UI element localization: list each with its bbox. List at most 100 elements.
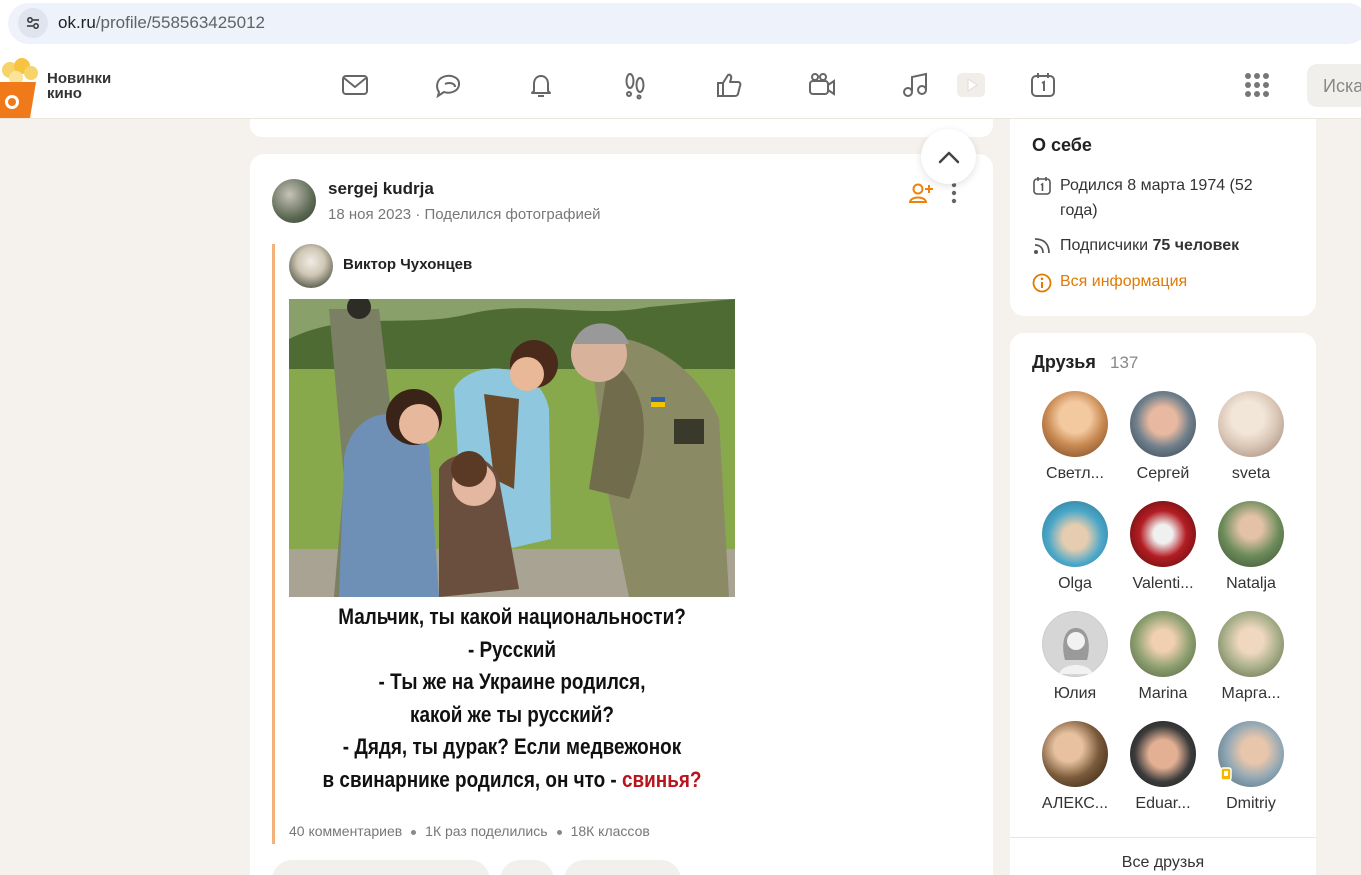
- post-meta: 18 ноя 2023 · Поделился фотографией: [328, 206, 601, 223]
- all-info-link[interactable]: Вся информация: [1060, 269, 1187, 294]
- original-author-name[interactable]: Виктор Чухонцев: [343, 256, 472, 273]
- friend-item[interactable]: Юлия: [1032, 611, 1118, 703]
- bell-icon[interactable]: [525, 69, 557, 101]
- friend-name: Светл...: [1046, 465, 1104, 482]
- video-camera-icon[interactable]: [806, 69, 838, 101]
- friend-item[interactable]: Сергей: [1120, 391, 1206, 483]
- promo-line1: Новинки: [47, 70, 112, 87]
- friend-avatar: [1042, 611, 1108, 677]
- calendar-icon: [1033, 177, 1051, 195]
- friend-name: Marina: [1138, 685, 1188, 702]
- popcorn-logo-icon[interactable]: [0, 56, 40, 118]
- friend-avatar: [1130, 721, 1196, 787]
- thumbs-up-icon[interactable]: [713, 69, 745, 101]
- friend-item[interactable]: Natalja: [1208, 501, 1294, 593]
- comment-button[interactable]: [272, 860, 490, 875]
- friend-name: Марга...: [1221, 685, 1281, 702]
- friend-item[interactable]: Marina: [1120, 611, 1206, 703]
- likes-count[interactable]: 18К классов: [571, 823, 650, 839]
- friend-name: Dmitriy: [1226, 795, 1276, 812]
- subscribers-info[interactable]: Подписчики 75 человек: [1060, 233, 1239, 258]
- caption-line-last: в свинарнике родился, он что - свинья?: [320, 764, 704, 797]
- friend-name: Юлия: [1053, 685, 1097, 702]
- post-action: Поделился фотографией: [424, 206, 601, 223]
- friend-avatar: [1130, 501, 1196, 567]
- friend-item[interactable]: Светл...: [1032, 391, 1118, 483]
- all-friends-link[interactable]: Все друзья: [1010, 854, 1316, 872]
- photo-caption: Мальчик, ты какой национальности? - Русс…: [320, 601, 704, 796]
- friend-item[interactable]: АЛЕКС...: [1032, 721, 1118, 813]
- friends-divider: [1010, 837, 1316, 838]
- info-icon: [1032, 273, 1052, 293]
- author-name[interactable]: sergej kudrja: [328, 179, 434, 199]
- previous-card-bottom: [250, 119, 993, 137]
- friend-name: Valenti...: [1132, 575, 1194, 592]
- caption-last-prefix: в свинарнике родился, он что -: [322, 766, 622, 792]
- like-button[interactable]: [564, 860, 681, 875]
- original-author-avatar[interactable]: [289, 244, 333, 288]
- friend-item[interactable]: Olga: [1032, 501, 1118, 593]
- friend-name: АЛЕКС...: [1041, 795, 1109, 812]
- search-input[interactable]: Иска: [1307, 64, 1361, 107]
- play-icon[interactable]: [955, 69, 987, 101]
- apps-grid-icon[interactable]: [1241, 69, 1273, 101]
- friend-avatar: [1218, 391, 1284, 457]
- more-options-icon[interactable]: [950, 182, 958, 204]
- friend-item[interactable]: sveta: [1208, 391, 1294, 483]
- footprints-icon[interactable]: [619, 69, 651, 101]
- scroll-to-top-button[interactable]: [921, 129, 976, 184]
- promo-link[interactable]: Новинки кино: [47, 71, 111, 101]
- post-photo[interactable]: [289, 299, 735, 597]
- birth-info: Родился 8 марта 1974 (52 года): [1060, 177, 1253, 219]
- shares-count[interactable]: 1К раз поделились: [425, 823, 547, 839]
- url-text[interactable]: ok.ru/profile/558563425012: [58, 13, 265, 33]
- online-badge-icon: [1220, 767, 1232, 781]
- post-date[interactable]: 18 ноя 2023: [328, 206, 411, 223]
- caption-line: какой же ты русский?: [410, 701, 614, 727]
- friend-item[interactable]: Valenti...: [1120, 501, 1206, 593]
- friend-item[interactable]: Марга...: [1208, 611, 1294, 703]
- caption-line: - Ты же на Украине родился,: [378, 669, 646, 694]
- caption-line: - Русский: [467, 636, 557, 662]
- friend-avatar: [1042, 391, 1108, 457]
- friend-avatar: [1218, 501, 1284, 567]
- add-friend-icon[interactable]: [909, 182, 933, 204]
- promo-line2: кино: [47, 85, 82, 102]
- friend-name: Сергей: [1136, 465, 1190, 482]
- friend-avatar: [1130, 391, 1196, 457]
- friend-name: Olga: [1058, 575, 1092, 592]
- browser-address-bar: ok.ru/profile/558563425012: [0, 0, 1361, 52]
- stats-dot: [556, 829, 562, 835]
- site-settings-icon[interactable]: [18, 8, 48, 38]
- friend-avatar: [1130, 611, 1196, 677]
- caption-line: Мальчик, ты какой национальности?: [338, 604, 686, 629]
- calendar-icon[interactable]: [1027, 69, 1059, 101]
- rss-icon: [1034, 238, 1050, 254]
- subscribers-label: Подписчики: [1060, 237, 1149, 254]
- friend-name: Eduar...: [1135, 795, 1191, 812]
- comments-count[interactable]: 40 комментариев: [289, 823, 402, 839]
- chat-bubbles-icon[interactable]: [432, 69, 464, 101]
- post-stats: 40 комментариев 1К раз поделились 18К клас…: [289, 823, 650, 839]
- author-avatar[interactable]: [272, 179, 316, 223]
- subscribers-value: 75 человек: [1152, 237, 1240, 254]
- friend-name: sveta: [1231, 465, 1271, 482]
- envelope-icon[interactable]: [339, 69, 371, 101]
- friend-avatar: [1042, 501, 1108, 567]
- site-header: Новинки кино Иска: [0, 52, 1361, 119]
- friends-count: 137: [1110, 353, 1139, 372]
- stats-dot: [411, 829, 417, 835]
- friend-avatar: [1218, 721, 1284, 787]
- default-avatar-icon: [1059, 628, 1093, 674]
- friend-avatar: [1218, 611, 1284, 677]
- repost-quote-bar: [272, 244, 275, 844]
- friends-title[interactable]: Друзья: [1032, 352, 1096, 373]
- friend-name: Natalja: [1226, 575, 1276, 592]
- friend-item[interactable]: Dmitriy: [1208, 721, 1294, 813]
- friend-avatar: [1042, 721, 1108, 787]
- friend-item[interactable]: Eduar...: [1120, 721, 1206, 813]
- caption-last-red: свинья?: [621, 766, 702, 792]
- music-note-icon[interactable]: [899, 69, 931, 101]
- about-title: О себе: [1032, 135, 1092, 155]
- caption-line: - Дядя, ты дурак? Если медвежонок: [342, 734, 682, 759]
